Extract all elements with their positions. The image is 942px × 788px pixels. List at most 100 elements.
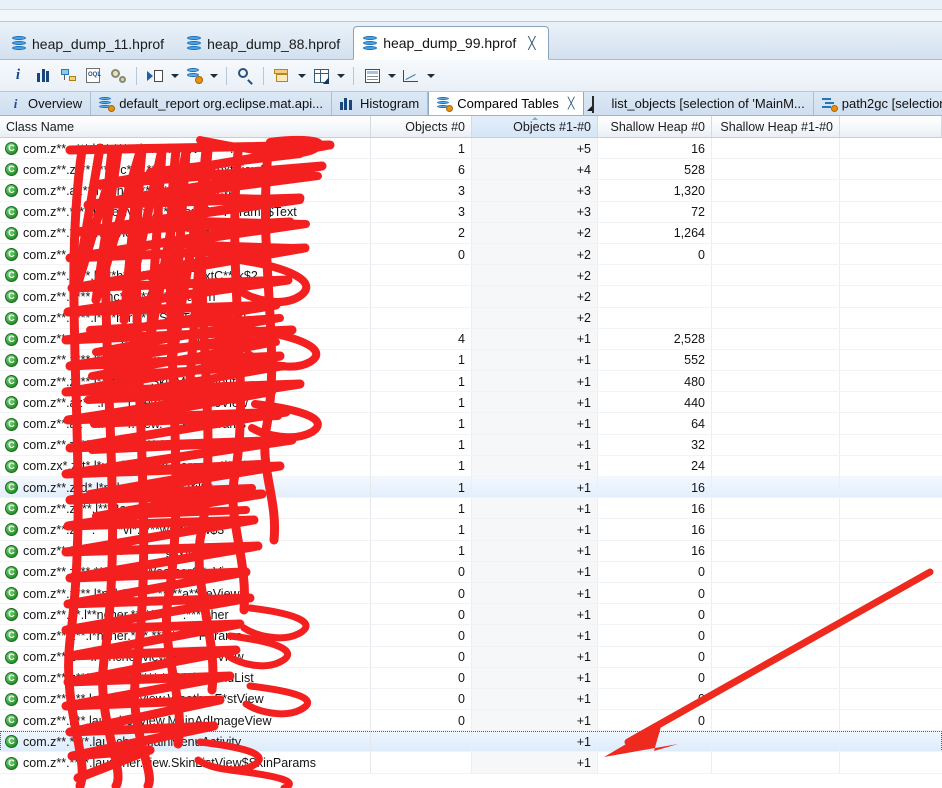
table-row[interactable]: com.z**.z**.l*ncher.**i*.*****.****Param… [0, 625, 942, 647]
database-icon [187, 36, 202, 51]
view-tab-label: default_report org.eclipse.mat.api... [119, 96, 323, 111]
table-row[interactable]: com.z**.z**.launcher.view.MainAdImageVie… [0, 710, 942, 732]
table-row[interactable]: com.z**.****cher.view.P****r***tView 2+21… [0, 222, 942, 244]
table-row[interactable]: com.z**.az***.l*****r.view.HomeP**eView 1… [0, 392, 942, 414]
column-header-label: Shallow Heap #0 [610, 119, 705, 134]
column-header-objects_0[interactable]: Objects #0 [371, 116, 472, 137]
cell-objects_1_minus_0: +1 [472, 540, 598, 562]
cell-shallow_heap_1_0 [712, 731, 840, 753]
view-tab-label: Compared Tables [457, 96, 559, 111]
cell-objects_0: 1 [371, 349, 472, 372]
view-tab-1[interactable]: i Overview [0, 92, 92, 115]
cell-shallow_heap_1_0 [712, 434, 840, 456]
run-expert-system-dropdown[interactable] [168, 64, 181, 88]
table-row[interactable]: com.z**.z***.l*uncher.view.Sk***l***View… [0, 646, 942, 668]
cell-class_name: com.z**.z**.launcher.view.MainAdImageVie… [0, 710, 371, 732]
view-tab-5[interactable]: list_objects [selection of 'MainM... [584, 92, 814, 115]
query-browser-button[interactable] [182, 64, 206, 88]
table-row[interactable]: com.z**.****.launcher.MainMenuActivity +1 [0, 731, 942, 753]
view-tab-3[interactable]: Histogram [332, 92, 429, 115]
java-class-icon [5, 142, 18, 156]
table-row[interactable]: com.z**.z***.l*****r.****.***u***h*** 0+2… [0, 243, 942, 266]
cell-shallow_heap_0: 16 [598, 498, 712, 520]
table-row[interactable]: com.z**.z***.l****h*r.v***.S***T***C***k… [0, 307, 942, 329]
cell-filler [840, 180, 942, 201]
group-by-dropdown[interactable] [295, 64, 308, 88]
cell-shallow_heap_0 [598, 307, 712, 329]
view-tab-4[interactable]: Compared Tables ╳ [428, 92, 584, 115]
cell-class_name: com.z**.z*d*.l*nche*.****.****U*il$* [0, 477, 371, 499]
cell-objects_0: 1 [371, 138, 472, 160]
table-row[interactable]: com.z**.****u*c*e*.v**w.S***TextV***Para… [0, 201, 942, 223]
settings-gear-button[interactable] [106, 64, 130, 88]
column-header-shallow_heap_0[interactable]: Shallow Heap #0 [598, 116, 712, 137]
filter-selection-button[interactable] [309, 64, 333, 88]
table-row[interactable]: com.z**.z***.l*****r.****.SkinM*i*Layout… [0, 371, 942, 393]
cell-filler [840, 286, 942, 307]
table-row[interactable]: com.z**.z***.***u*c*e*.***w.****t***Text… [0, 159, 942, 181]
group-by-button[interactable] [270, 64, 294, 88]
table-row[interactable]: com.z**.z***.l****h*r.v*e*.S**n*TextC***… [0, 265, 942, 287]
cell-objects_1_minus_0: +2 [472, 307, 598, 329]
table-row[interactable]: com.z**.z***.l**nc*er.view.MarqueeV*** 1+… [0, 349, 942, 372]
close-icon[interactable]: ╳ [568, 97, 575, 110]
cell-shallow_heap_0: 24 [598, 455, 712, 477]
oql-button[interactable]: OQL [81, 64, 105, 88]
dominator-tree-button[interactable] [56, 64, 80, 88]
table-row[interactable]: com.z**.zx**.l**.BaseActivity$1 1+116 [0, 498, 942, 520]
column-header-objects_1_minus_0[interactable]: Objects #1-#0 [472, 116, 598, 137]
table-row[interactable]: com.z**.z***.l**nc**r.***w.*****a***n +2 [0, 286, 942, 308]
cell-shallow_heap_0: 72 [598, 201, 712, 223]
search-icon[interactable] [233, 64, 257, 88]
table-row[interactable]: com.z**.z***.l****her.****.***n****n***r… [0, 434, 942, 456]
filter-selection-dropdown[interactable] [334, 64, 347, 88]
query-browser-dropdown[interactable] [207, 64, 220, 88]
table-row[interactable]: com.z**.****.launcher.view.SkinListView$… [0, 752, 942, 774]
table-row[interactable]: com.z**.z***.l*****r.v**w.****v**w 4+12,5… [0, 328, 942, 350]
table-row[interactable]: com.z**.az***.l*****r.view.****k***Param… [0, 413, 942, 435]
cell-class_name: com.z**.z***.l*****r.****.***u***h*** [0, 243, 371, 266]
cell-objects_0 [371, 752, 472, 774]
cell-objects_1_minus_0: +1 [472, 371, 598, 393]
database-icon [363, 35, 378, 51]
chart-export-dropdown[interactable] [424, 64, 437, 88]
table-row[interactable]: com.z**.*zx**.****.****.****g*View$1 1+11… [0, 540, 942, 562]
calculator-button[interactable] [360, 64, 384, 88]
cell-class_name: com.z**.z***.l**nc**r.***w.*****a***n [0, 286, 371, 308]
compared-tables-view: Class Name Objects #0 Objects #1-#0 Shallow… [0, 116, 942, 788]
window-chrome-top [0, 0, 942, 10]
table-row[interactable]: com.zx*.z*t*.l*uncher.view.Marquee*i*w$2… [0, 455, 942, 477]
table-row[interactable]: com.z**.z*d*.l*nche*.****.****U*il$* 1+11… [0, 477, 942, 499]
column-header-shallow_heap_1_0[interactable]: Shallow Heap #1-#0 [712, 116, 840, 137]
cell-objects_1_minus_0: +2 [472, 286, 598, 308]
run-expert-system-button[interactable] [143, 64, 167, 88]
table-row[interactable]: com.z**.z*t*.l***.***n*h*r.**ld*rW*8****… [0, 138, 942, 160]
cell-objects_0 [371, 307, 472, 329]
cell-objects_0: 1 [371, 392, 472, 414]
column-header-class_name[interactable]: Class Name [0, 116, 371, 137]
cell-shallow_heap_0: 0 [598, 604, 712, 626]
table-row[interactable]: com.z**.zx**.****.*vi*.****w***View$3 1+1… [0, 519, 942, 541]
java-class-icon [5, 565, 18, 579]
cell-filler [840, 541, 942, 562]
chart-export-button[interactable] [399, 64, 423, 88]
editor-tab-2[interactable]: heap_dump_88.hprof [177, 27, 353, 59]
table-row[interactable]: com.z**.az**.l*nch*r.*****.*****t***View… [0, 180, 942, 202]
class-name-label: com.zx*.z*t*.l*uncher.view.Marquee*i*w$2 [23, 459, 256, 474]
editor-tab-3[interactable]: heap_dump_99.hprof ╳ [353, 26, 549, 60]
view-tab-6[interactable]: path2gc [selection of ' [814, 92, 942, 115]
table-row[interactable]: com.z**.z**.launcher.view.WeatherF*stVie… [0, 688, 942, 711]
table-row[interactable]: com.z**.z***.l*u**h**.****.***MainMenuLi… [0, 667, 942, 689]
editor-tab-1[interactable]: heap_dump_11.hprof [2, 27, 177, 59]
histogram-button[interactable] [31, 64, 55, 88]
table-row[interactable]: com.z**.z***.****.view.WeatherCityView 0+… [0, 561, 942, 583]
close-icon[interactable]: ╳ [528, 36, 535, 50]
table-body: com.z**.z*t*.l***.***n*h*r.**ld*rW*8****… [0, 138, 942, 774]
view-tab-2[interactable]: default_report org.eclipse.mat.api... [91, 92, 332, 115]
table-row[interactable]: com.z**.z*.l**ncher.*****.*****.***tcher… [0, 604, 942, 626]
calculator-dropdown[interactable] [385, 64, 398, 88]
cell-objects_0: 6 [371, 159, 472, 181]
table-row[interactable]: com.z**.z***.l*nch**.****.*****a**geView… [0, 582, 942, 605]
overview-info-button[interactable]: i [6, 64, 30, 88]
database-icon [12, 36, 26, 51]
